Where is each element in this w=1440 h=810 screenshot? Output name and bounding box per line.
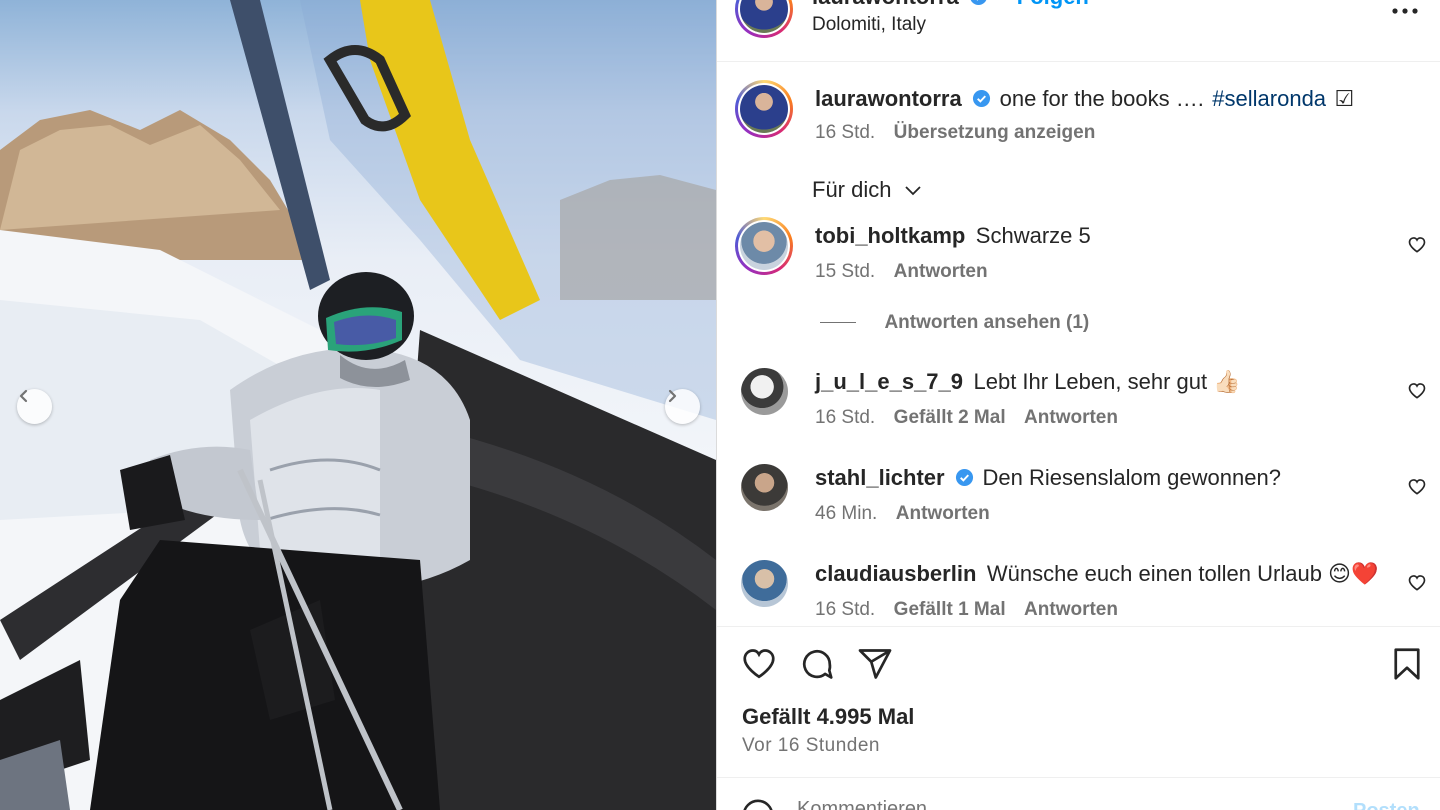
post-timestamp: Vor 16 Stunden: [742, 735, 880, 756]
emoji-icon[interactable]: [741, 798, 775, 810]
caption-emoji: ☑: [1334, 86, 1355, 111]
comment-username[interactable]: tobi_holtkamp: [815, 223, 965, 248]
like-comment-icon[interactable]: [1407, 381, 1427, 401]
verified-badge-icon: [970, 0, 987, 6]
comment-text: Den Riesenslalom gewonnen?: [982, 465, 1281, 490]
comment-text: Schwarze 5: [975, 223, 1091, 248]
chevron-left-icon: [19, 389, 28, 403]
previous-photo-button[interactable]: [17, 389, 52, 424]
next-photo-button[interactable]: [665, 389, 700, 424]
separator-dot: •: [999, 0, 1007, 9]
post-details-panel: laurawontorra • Folgen Dolomiti, Italy l…: [716, 0, 1440, 810]
view-replies-button[interactable]: Antworten ansehen (1): [820, 312, 1089, 334]
comment-time: 46 Min.: [815, 503, 878, 524]
chevron-down-icon: [905, 186, 921, 196]
caption: laurawontorra one for the books …. #sell…: [815, 86, 1354, 112]
post-header: laurawontorra • Folgen Dolomiti, Italy: [717, 0, 1440, 62]
comment-avatar[interactable]: [735, 217, 793, 275]
like-comment-icon[interactable]: [1407, 573, 1427, 593]
replies-line: [820, 322, 856, 323]
show-translation-button[interactable]: Übersetzung anzeigen: [894, 122, 1096, 143]
post-photo-illustration: [0, 0, 716, 810]
bookmark-icon[interactable]: [1389, 646, 1425, 682]
sort-label: Für dich: [812, 177, 892, 202]
comment-composer: Posten: [717, 778, 1440, 810]
comment-avatar[interactable]: [741, 464, 788, 511]
comment-time: 15 Std.: [815, 261, 876, 282]
post-photo: [0, 0, 716, 810]
comment-time: 16 Std.: [815, 407, 876, 428]
reply-button[interactable]: Antworten: [1024, 599, 1118, 620]
caption-text: one for the books ….: [999, 86, 1204, 111]
comment-text: Wünsche euch einen tollen Urlaub 😊❤️: [986, 561, 1379, 586]
view-replies-label: Antworten ansehen (1): [884, 312, 1090, 333]
chevron-right-icon: [668, 389, 677, 403]
comment-username[interactable]: stahl_lichter: [815, 465, 945, 490]
like-comment-icon[interactable]: [1407, 235, 1427, 255]
share-icon[interactable]: [857, 646, 893, 682]
comment-username[interactable]: j_u_l_e_s_7_9: [815, 369, 963, 394]
caption-avatar[interactable]: [735, 80, 793, 138]
comment-icon[interactable]: [799, 646, 835, 682]
comment-sort-dropdown[interactable]: Für dich: [812, 177, 922, 203]
post-comment-button[interactable]: Posten: [1353, 800, 1420, 810]
comment-username[interactable]: claudiausberlin: [815, 561, 976, 586]
author-username[interactable]: laurawontorra: [812, 0, 959, 9]
comment-input[interactable]: [797, 798, 1317, 810]
reply-button[interactable]: Antworten: [894, 261, 988, 282]
more-icon[interactable]: [1391, 6, 1419, 16]
comment-text: Lebt Ihr Leben, sehr gut 👍🏻: [973, 369, 1241, 394]
comment-avatar[interactable]: [741, 560, 788, 607]
likes-count[interactable]: Gefällt 4.995 Mal: [742, 704, 914, 730]
like-heart-icon[interactable]: [741, 646, 777, 682]
caption-time: 16 Std.: [815, 122, 876, 143]
comment-avatar[interactable]: [741, 368, 788, 415]
comment-like-count[interactable]: Gefällt 2 Mal: [894, 407, 1006, 428]
reply-button[interactable]: Antworten: [1024, 407, 1118, 428]
caption-hashtag[interactable]: #sellaronda: [1212, 86, 1326, 111]
caption-username[interactable]: laurawontorra: [815, 86, 962, 111]
comment-like-count[interactable]: Gefällt 1 Mal: [894, 599, 1006, 620]
verified-badge-icon: [956, 468, 974, 487]
follow-button[interactable]: Folgen: [1017, 0, 1089, 9]
author-avatar[interactable]: [735, 0, 793, 38]
post-location[interactable]: Dolomiti, Italy: [812, 14, 926, 36]
reply-button[interactable]: Antworten: [896, 503, 990, 524]
verified-badge-icon: [973, 89, 991, 108]
like-comment-icon[interactable]: [1407, 477, 1427, 497]
comment-time: 16 Std.: [815, 599, 876, 620]
